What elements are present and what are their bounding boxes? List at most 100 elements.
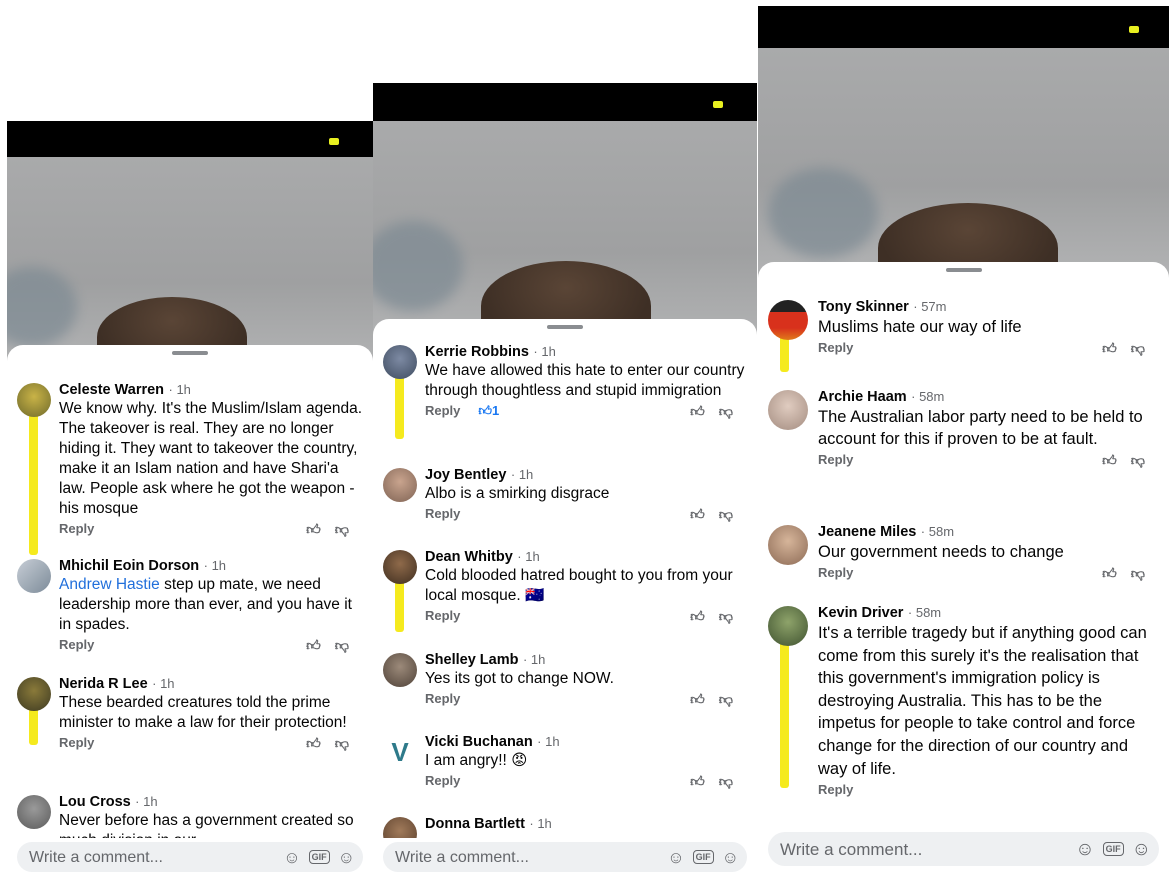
comment-author[interactable]: Joy Bentley <box>425 467 506 483</box>
gif-icon[interactable]: GIF <box>1102 842 1124 856</box>
like-icon[interactable]: 👍︎ <box>690 608 719 624</box>
dislike-icon[interactable]: 👎︎ <box>719 403 747 419</box>
comment-text: Cold blooded hatred bought to you from y… <box>425 567 733 604</box>
status-dot <box>1129 26 1139 33</box>
comments-sheet: Celeste Warren · 1h We know why. It's th… <box>7 345 373 878</box>
avatar[interactable] <box>383 345 417 379</box>
comments-sheet: Kerrie Robbins · 1h We have allowed this… <box>373 319 757 878</box>
dislike-icon[interactable]: 👎︎ <box>1131 340 1159 356</box>
dislike-icon[interactable]: 👎︎ <box>335 637 363 653</box>
comment-text: We have allowed this hate to enter our c… <box>425 362 745 399</box>
like-icon[interactable]: 👍︎ <box>1102 340 1131 356</box>
reply-button[interactable]: Reply <box>425 691 460 706</box>
like-icon[interactable]: 👍︎ <box>1102 452 1131 468</box>
avatar[interactable] <box>768 390 808 430</box>
dislike-icon[interactable]: 👎︎ <box>719 608 747 624</box>
comment-author[interactable]: Jeanene Miles <box>818 524 916 540</box>
avatar[interactable] <box>17 795 51 829</box>
avatar[interactable] <box>383 653 417 687</box>
emoji-icon[interactable]: ☺ <box>338 848 355 867</box>
avatar[interactable] <box>17 677 51 711</box>
avatar[interactable]: V <box>383 735 417 769</box>
comment-time: 1h <box>160 676 175 691</box>
like-icon[interactable]: 👍︎ <box>306 735 335 751</box>
comment-time: 1h <box>518 467 534 482</box>
sticker-icon[interactable]: ☺︎ <box>283 848 300 867</box>
comment-time: 1h <box>537 816 552 831</box>
gif-icon[interactable]: GIF <box>692 850 714 864</box>
comment-input[interactable]: Write a comment... ☺︎ GIF ☺ <box>17 842 363 872</box>
avatar[interactable] <box>768 525 808 565</box>
dislike-icon[interactable]: 👎︎ <box>1131 565 1159 581</box>
like-icon[interactable]: 👍︎ <box>690 773 719 789</box>
reply-button[interactable]: Reply <box>818 782 853 797</box>
avatar[interactable] <box>768 606 808 646</box>
like-icon[interactable]: 👍︎ <box>690 691 719 707</box>
drag-handle[interactable] <box>945 268 982 272</box>
sticker-icon[interactable]: ☺︎ <box>1075 839 1094 860</box>
comment-author[interactable]: Vicki Buchanan <box>425 734 533 750</box>
like-icon[interactable]: 👍︎ <box>1102 565 1131 581</box>
comment-author[interactable]: Kevin Driver <box>818 605 903 621</box>
comment-time: 1h <box>176 382 191 397</box>
reply-button[interactable]: Reply <box>425 773 460 788</box>
comment-author[interactable]: Shelley Lamb <box>425 652 518 668</box>
comments-sheet: Tony Skinner · 57m Muslims hate our way … <box>758 262 1169 874</box>
comment-author[interactable]: Donna Bartlett <box>425 816 525 832</box>
status-dot <box>713 101 723 108</box>
comment-text: I am angry!! 😡 <box>425 752 528 769</box>
reply-button[interactable]: Reply <box>425 608 460 623</box>
reply-button[interactable]: Reply <box>425 506 460 521</box>
comment-author[interactable]: Archie Haam <box>818 389 907 405</box>
status-bar <box>7 121 373 157</box>
status-bar <box>758 6 1169 48</box>
comment-input[interactable]: Write a comment... ☺︎ GIF ☺ <box>768 832 1159 866</box>
reply-button[interactable]: Reply <box>818 565 853 580</box>
emoji-icon[interactable]: ☺ <box>1132 839 1151 860</box>
dislike-icon[interactable]: 👎︎ <box>335 521 363 537</box>
like-icon[interactable]: 👍︎ <box>690 506 719 522</box>
comment-author[interactable]: Nerida R Lee <box>59 676 148 692</box>
comment-author[interactable]: Celeste Warren <box>59 382 164 398</box>
comment-input[interactable]: Write a comment... ☺︎ GIF ☺ <box>383 842 747 872</box>
mention-link[interactable]: Andrew Hastie <box>59 576 160 593</box>
avatar[interactable] <box>383 550 417 584</box>
reply-button[interactable]: Reply <box>425 403 460 418</box>
emoji-icon[interactable]: ☺ <box>722 848 739 867</box>
dislike-icon[interactable]: 👎︎ <box>335 735 363 751</box>
comment-text: Albo is a smirking disgrace <box>425 485 610 502</box>
drag-handle[interactable] <box>547 325 583 329</box>
comment-text: The Australian labor party need to be he… <box>818 408 1143 448</box>
comment-text: Muslims hate our way of life <box>818 318 1022 336</box>
reply-button[interactable]: Reply <box>59 735 94 750</box>
comment-time: 1h <box>143 794 158 809</box>
reply-button[interactable]: Reply <box>59 637 94 652</box>
comment-author[interactable]: Mhichil Eoin Dorson <box>59 558 199 574</box>
comment-author[interactable]: Tony Skinner <box>818 299 909 315</box>
dislike-icon[interactable]: 👎︎ <box>719 773 747 789</box>
gif-icon[interactable]: GIF <box>308 850 330 864</box>
comment-author[interactable]: Lou Cross <box>59 794 131 810</box>
avatar[interactable] <box>17 383 51 417</box>
screenshot-panel-2: Kerrie Robbins · 1h We have allowed this… <box>373 83 757 878</box>
like-icon[interactable]: 👍︎ <box>306 637 335 653</box>
dislike-icon[interactable]: 👎︎ <box>1131 452 1159 468</box>
reply-button[interactable]: Reply <box>59 521 94 536</box>
dislike-icon[interactable]: 👎︎ <box>719 691 747 707</box>
comment-text: Yes its got to change NOW. <box>425 670 614 687</box>
avatar[interactable] <box>768 300 808 340</box>
drag-handle[interactable] <box>172 351 208 355</box>
reaction-count[interactable]: 👍︎1 <box>478 403 499 418</box>
reply-button[interactable]: Reply <box>818 340 853 355</box>
reply-button[interactable]: Reply <box>818 452 853 467</box>
comment-text: These bearded creatures told the prime m… <box>59 694 347 731</box>
comment-time: 57m <box>921 299 947 314</box>
comment-author[interactable]: Dean Whitby <box>425 549 513 565</box>
like-icon[interactable]: 👍︎ <box>690 403 719 419</box>
comment-author[interactable]: Kerrie Robbins <box>425 344 529 360</box>
like-icon[interactable]: 👍︎ <box>306 521 335 537</box>
sticker-icon[interactable]: ☺︎ <box>667 848 684 867</box>
avatar[interactable] <box>383 468 417 502</box>
avatar[interactable] <box>17 559 51 593</box>
dislike-icon[interactable]: 👎︎ <box>719 506 747 522</box>
